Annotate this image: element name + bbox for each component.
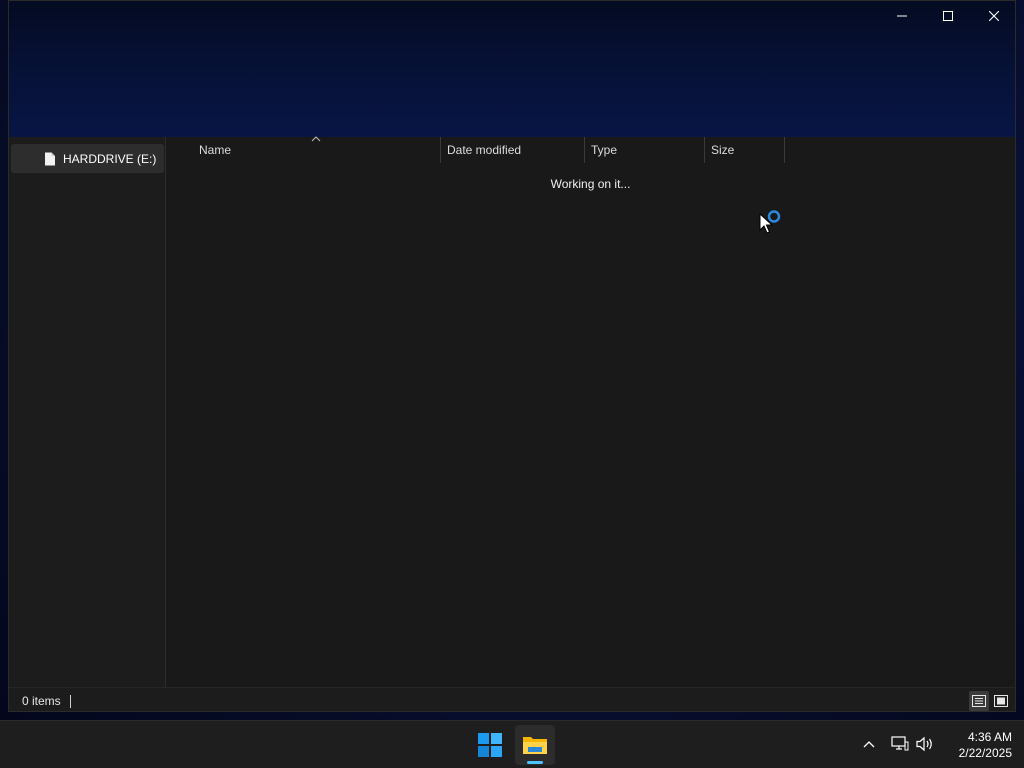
volume-button[interactable] bbox=[914, 733, 936, 755]
clock-date: 2/22/2025 bbox=[958, 746, 1012, 760]
active-app-indicator bbox=[527, 761, 543, 764]
file-explorer-window: HARDDRIVE (E:) Name Date modified Type S… bbox=[8, 0, 1016, 712]
maximize-button[interactable] bbox=[925, 1, 971, 31]
sort-ascending-icon bbox=[311, 136, 321, 142]
windows-logo-icon bbox=[478, 733, 502, 757]
details-view-button[interactable] bbox=[969, 691, 989, 711]
minimize-button[interactable] bbox=[879, 1, 925, 31]
volume-icon bbox=[916, 736, 932, 752]
large-icons-view-button[interactable] bbox=[991, 691, 1011, 711]
close-button[interactable] bbox=[971, 1, 1015, 31]
taskbar-file-explorer[interactable] bbox=[515, 725, 555, 765]
document-icon bbox=[44, 152, 56, 166]
title-bar bbox=[9, 1, 1015, 137]
status-bar: 0 items bbox=[9, 687, 1015, 711]
file-list: Name Date modified Type Size Working on … bbox=[166, 136, 1015, 687]
loading-message: Working on it... bbox=[550, 177, 631, 191]
column-header-date-modified[interactable]: Date modified bbox=[447, 137, 521, 163]
busy-cursor-icon bbox=[759, 210, 781, 234]
column-separator[interactable] bbox=[584, 137, 585, 163]
minimize-icon bbox=[897, 15, 907, 17]
taskbar: 4:36 AM 2/22/2025 bbox=[0, 720, 1024, 768]
status-divider bbox=[70, 695, 71, 708]
details-view-icon bbox=[972, 695, 986, 707]
item-count: 0 items bbox=[22, 694, 61, 708]
nav-item-label: HARDDRIVE (E:) bbox=[63, 151, 157, 166]
nav-item-harddrive[interactable]: HARDDRIVE (E:) bbox=[11, 144, 164, 173]
folder-icon bbox=[523, 737, 547, 754]
column-header-name[interactable]: Name bbox=[199, 137, 231, 163]
clock[interactable]: 4:36 AM 2/22/2025 bbox=[940, 729, 1012, 761]
maximize-icon bbox=[943, 11, 953, 21]
network-icon bbox=[891, 736, 909, 751]
show-hidden-icons-button[interactable] bbox=[858, 733, 880, 755]
column-separator[interactable] bbox=[704, 137, 705, 163]
chevron-up-icon bbox=[863, 741, 875, 748]
navigation-pane: HARDDRIVE (E:) bbox=[9, 137, 166, 687]
network-status-button[interactable] bbox=[889, 733, 911, 755]
column-header-type[interactable]: Type bbox=[591, 137, 617, 163]
column-header-size[interactable]: Size bbox=[711, 137, 734, 163]
close-icon bbox=[989, 11, 999, 21]
column-separator[interactable] bbox=[440, 137, 441, 163]
thumbnail-view-icon bbox=[994, 695, 1008, 707]
start-button[interactable] bbox=[470, 725, 510, 765]
column-separator[interactable] bbox=[784, 137, 785, 163]
clock-time: 4:36 AM bbox=[967, 730, 1012, 744]
